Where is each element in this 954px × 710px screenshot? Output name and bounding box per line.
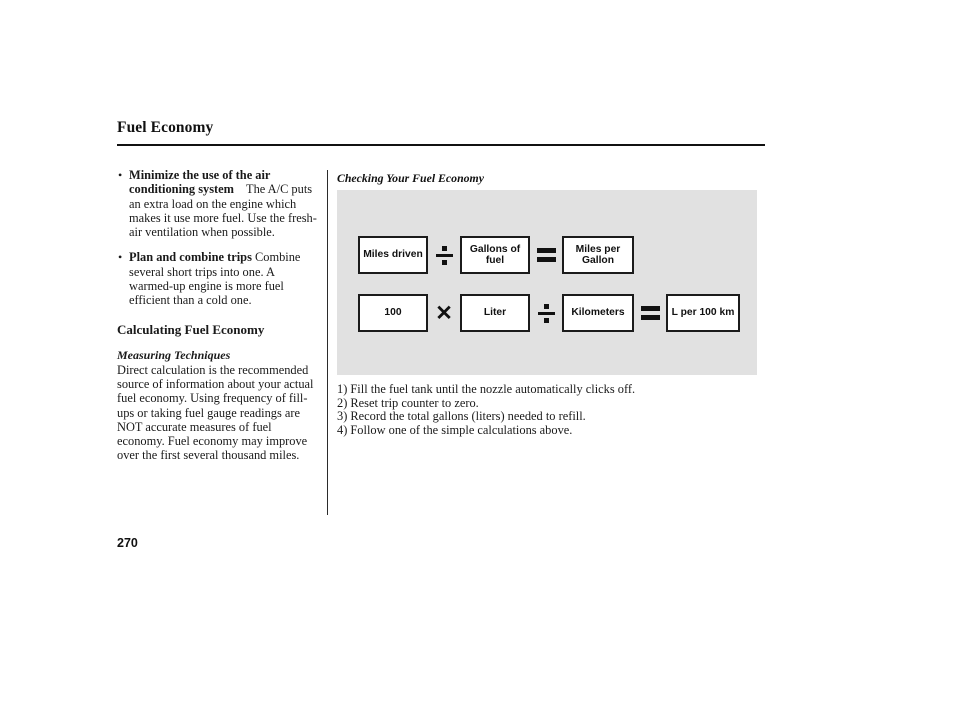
formula-term-kilometers: Kilometers [562, 294, 634, 332]
page-number: 270 [117, 536, 138, 550]
divide-icon [428, 245, 460, 265]
bullet-dot-icon: • [118, 168, 123, 182]
document-page: Fuel Economy • Minimize the use of the a… [0, 0, 954, 710]
page-title: Fuel Economy [117, 119, 214, 136]
list-item: 4) Follow one of the simple calculations… [337, 422, 573, 437]
title-rule-divider [117, 144, 765, 146]
equals-icon [634, 306, 666, 320]
list-item: 3) Record the total gallons (liters) nee… [337, 409, 586, 424]
formula-term-miles-per-gallon: Miles per Gallon [562, 236, 634, 274]
subsection-body: Direct calculation is the recommended so… [117, 362, 314, 463]
formula-term-liter: Liter [460, 294, 530, 332]
formula-term-gallons-of-fuel: Gallons of fuel [460, 236, 530, 274]
list-item: • Plan and combine trips Combine several… [117, 250, 319, 307]
formula-term-hundred: 100 [358, 294, 428, 332]
divide-icon [530, 303, 562, 323]
column-divider [327, 170, 328, 515]
fuel-economy-formula-figure: Miles driven Gallons of fuel Miles per G… [337, 190, 757, 375]
formula-term-miles-driven: Miles driven [358, 236, 428, 274]
formula-row-imperial: Miles driven Gallons of fuel Miles per G… [358, 236, 634, 274]
left-text-column: • Minimize the use of the air conditioni… [117, 168, 319, 463]
list-item-lead: Plan and combine trips [129, 250, 252, 265]
figure-caption: Checking Your Fuel Economy [337, 171, 484, 185]
equals-icon [530, 248, 562, 262]
subsection-heading: Measuring Techniques [117, 347, 231, 362]
multiply-icon: ✕ [435, 301, 453, 325]
bullet-dot-icon: • [118, 250, 123, 265]
formula-term-l-per-100-km: L per 100 km [666, 294, 740, 332]
list-item: 1) Fill the fuel tank until the nozzle a… [337, 382, 636, 396]
formula-row-metric: 100 ✕ Liter Kilometers L per 100 km [358, 294, 740, 332]
section-heading: Calculating Fuel Economy [117, 321, 265, 337]
procedure-steps-list: 1) Fill the fuel tank until the nozzle a… [337, 382, 737, 437]
list-item: • Minimize the use of the air conditioni… [117, 168, 319, 239]
list-item: 2) Reset trip counter to zero. [337, 395, 479, 410]
